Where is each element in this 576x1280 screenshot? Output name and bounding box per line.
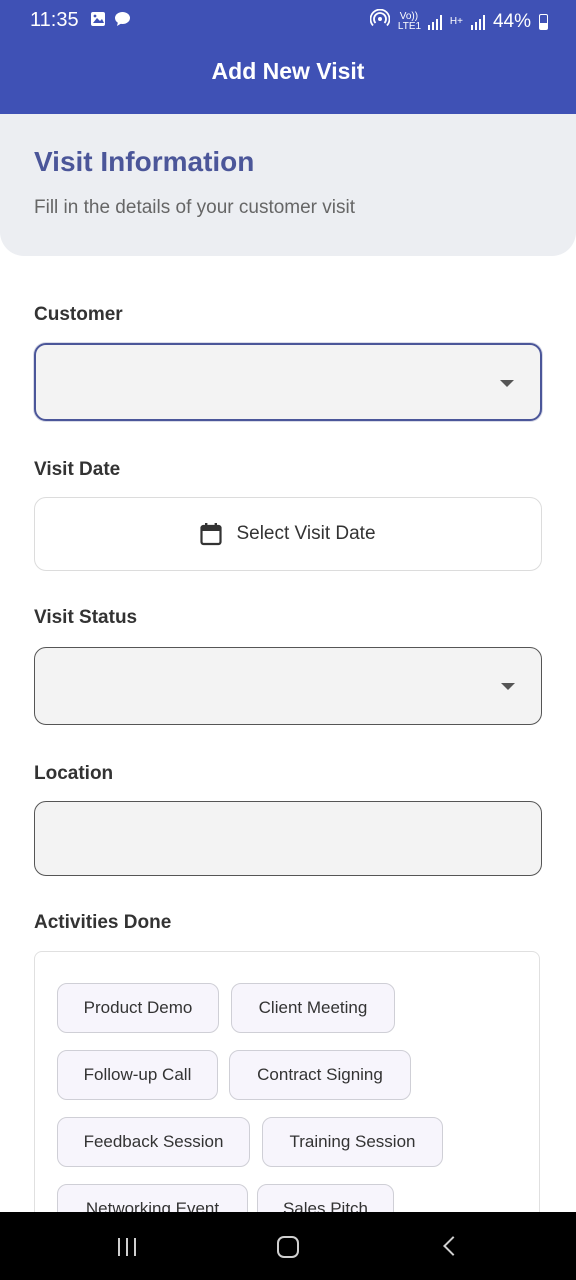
customer-dropdown[interactable] [34, 343, 542, 421]
network-type-1: Vo)) LTE1 [397, 11, 422, 32]
visit-date-label: Visit Date [34, 459, 121, 480]
chat-bubble-icon [114, 11, 131, 32]
gallery-icon [90, 11, 106, 32]
status-time: 11:35 [30, 9, 79, 31]
network-type-2: H+ [449, 16, 463, 27]
chip-product-demo[interactable]: Product Demo [57, 983, 219, 1033]
select-visit-date-button[interactable]: Select Visit Date [34, 497, 542, 571]
visit-status-label: Visit Status [34, 607, 138, 628]
chip-follow-up-call[interactable]: Follow-up Call [57, 1050, 218, 1100]
top-app-bar: 11:35 Vo)) LTE1 H+ 44% Add New Visit [0, 0, 576, 114]
signal-icon-2 [470, 14, 485, 30]
status-bar: 11:35 Vo)) LTE1 H+ 44% [0, 0, 576, 44]
dropdown-arrow-icon [501, 683, 515, 690]
home-icon[interactable] [277, 1236, 299, 1258]
section-title: Visit Information [34, 146, 255, 177]
chip-feedback-session[interactable]: Feedback Session [57, 1117, 250, 1167]
battery-percent: 44% [492, 11, 531, 32]
calendar-icon [200, 522, 223, 546]
location-input[interactable] [34, 801, 542, 876]
activities-chip-group: Product Demo Client Meeting Follow-up Ca… [34, 951, 540, 1251]
dropdown-arrow-icon [500, 380, 514, 387]
chip-contract-signing[interactable]: Contract Signing [229, 1050, 411, 1100]
back-icon[interactable] [443, 1236, 463, 1256]
chip-client-meeting[interactable]: Client Meeting [231, 983, 395, 1033]
location-label: Location [34, 763, 114, 784]
battery-icon [539, 14, 548, 30]
hotspot-icon [369, 8, 391, 35]
visit-info-card [0, 114, 576, 256]
chip-training-session[interactable]: Training Session [262, 1117, 443, 1167]
app-bar-title: Add New Visit [211, 58, 365, 84]
activities-label: Activities Done [34, 912, 172, 933]
section-subtitle: Fill in the details of your customer vis… [34, 197, 356, 218]
signal-icon [427, 14, 442, 30]
customer-label: Customer [34, 304, 123, 325]
system-navigation-bar [0, 1212, 576, 1280]
recent-apps-icon[interactable] [118, 1238, 136, 1256]
visit-status-dropdown[interactable] [34, 647, 542, 725]
select-visit-date-label: Select Visit Date [236, 523, 376, 544]
